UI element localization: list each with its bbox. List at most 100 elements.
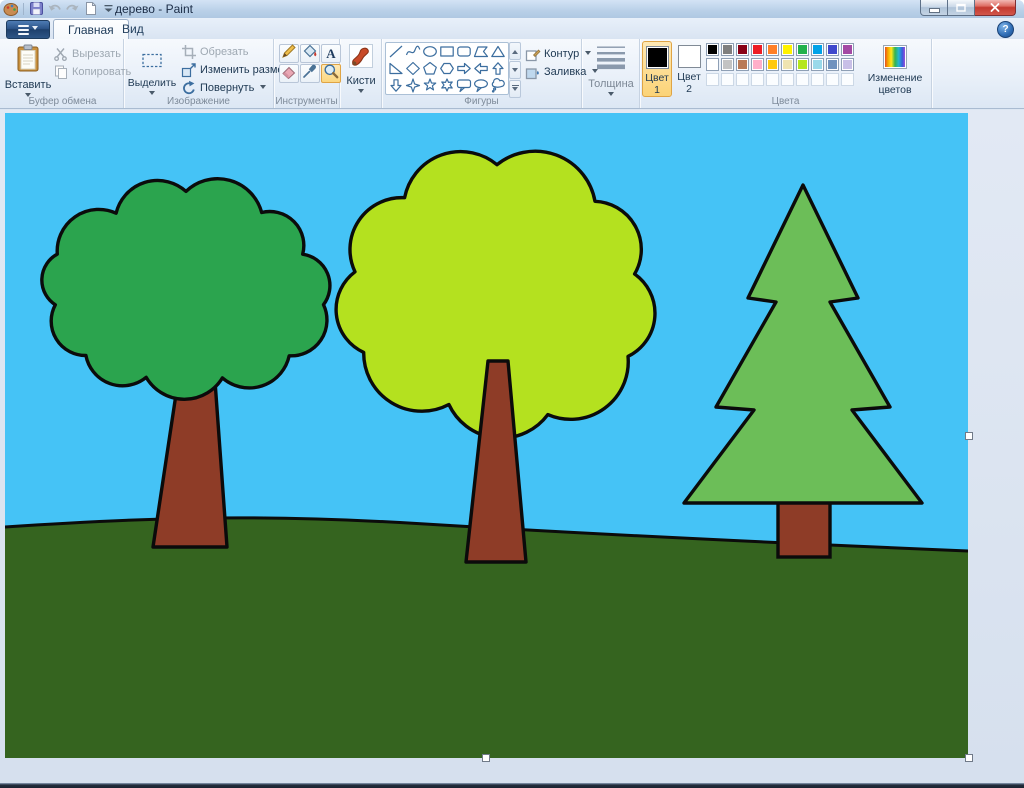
- shape-diamond[interactable]: [405, 60, 422, 77]
- paint-canvas[interactable]: [5, 113, 968, 758]
- shape-arrow-left[interactable]: [473, 60, 490, 77]
- tab-view[interactable]: Вид: [108, 19, 158, 38]
- canvas-resize-handle-bottom[interactable]: [482, 754, 490, 762]
- fill-with-color-tool[interactable]: [300, 44, 320, 63]
- shape-curve[interactable]: [405, 43, 422, 60]
- shapes-scroll-down-button[interactable]: [509, 61, 521, 79]
- group-label-tools: Инструменты: [274, 96, 339, 107]
- shape-hexagon[interactable]: [439, 60, 456, 77]
- canvas-resize-handle-corner[interactable]: [965, 754, 973, 762]
- palette-color-green[interactable]: [796, 43, 809, 56]
- palette-color-gold[interactable]: [766, 58, 779, 71]
- shape-callout-cloud[interactable]: [490, 77, 507, 94]
- shape-star-4[interactable]: [405, 77, 422, 94]
- palette-color-light-turquoise[interactable]: [811, 58, 824, 71]
- color-picker-tool[interactable]: [300, 64, 320, 83]
- shape-callout-oval[interactable]: [473, 77, 490, 94]
- shape-triangle[interactable]: [490, 43, 507, 60]
- shape-rounded-rectangle[interactable]: [456, 43, 473, 60]
- palette-color-rose[interactable]: [751, 58, 764, 71]
- shape-fill-button[interactable]: Заливка: [522, 63, 582, 81]
- shape-star-6[interactable]: [439, 77, 456, 94]
- canvas-drawing: [5, 113, 968, 758]
- brushes-button[interactable]: Кисти: [342, 41, 380, 96]
- shape-rectangle[interactable]: [439, 43, 456, 60]
- shape-outline-button[interactable]: Контур: [522, 45, 582, 63]
- close-button[interactable]: [975, 0, 1016, 16]
- file-menu-icon: [18, 25, 29, 35]
- palette-empty-slot[interactable]: [736, 73, 749, 86]
- palette-color-purple[interactable]: [841, 43, 854, 56]
- palette-color-blue-gray[interactable]: [826, 58, 839, 71]
- palette-empty-slot[interactable]: [796, 73, 809, 86]
- file-menu-button[interactable]: [6, 20, 50, 39]
- canvas-resize-handle-right[interactable]: [965, 432, 973, 440]
- palette-empty-slot[interactable]: [811, 73, 824, 86]
- palette-empty-slot[interactable]: [721, 73, 734, 86]
- palette-color-dark-red[interactable]: [736, 43, 749, 56]
- paste-button[interactable]: Вставить: [6, 41, 50, 100]
- palette-empty-slot[interactable]: [766, 73, 779, 86]
- palette-empty-slot[interactable]: [781, 73, 794, 86]
- shape-arrow-down[interactable]: [388, 77, 405, 94]
- resize-button[interactable]: Изменить размер: [178, 61, 274, 79]
- palette-color-white[interactable]: [706, 58, 719, 71]
- shape-polygon[interactable]: [473, 43, 490, 60]
- rotate-button[interactable]: Повернуть: [178, 79, 274, 97]
- save-button[interactable]: [29, 1, 44, 16]
- palette-color-indigo[interactable]: [826, 43, 839, 56]
- palette-color-red[interactable]: [751, 43, 764, 56]
- palette-color-light-yellow[interactable]: [781, 58, 794, 71]
- new-document-button[interactable]: [83, 1, 98, 16]
- palette-color-gray-50[interactable]: [721, 43, 734, 56]
- palette-empty-slot[interactable]: [706, 73, 719, 86]
- palette-empty-slot[interactable]: [826, 73, 839, 86]
- tools-grid: A: [279, 44, 341, 83]
- eraser-tool[interactable]: [279, 64, 299, 83]
- shape-pentagon[interactable]: [422, 60, 439, 77]
- palette-color-black[interactable]: [706, 43, 719, 56]
- color1-label: Цвет 1: [643, 72, 671, 96]
- palette-color-yellow[interactable]: [781, 43, 794, 56]
- palette-color-orange[interactable]: [766, 43, 779, 56]
- color2-button[interactable]: Цвет 2: [674, 41, 704, 97]
- palette-color-turquoise[interactable]: [811, 43, 824, 56]
- brushes-label: Кисти: [346, 75, 375, 87]
- copy-label: Копировать: [72, 66, 131, 78]
- shape-line[interactable]: [388, 43, 405, 60]
- undo-button[interactable]: [47, 1, 62, 16]
- size-button[interactable]: Толщина: [588, 41, 634, 99]
- shape-star-5[interactable]: [422, 77, 439, 94]
- help-button[interactable]: ?: [997, 21, 1014, 38]
- magnifier-tool[interactable]: [321, 64, 341, 83]
- paste-label: Вставить: [5, 79, 52, 91]
- crop-button[interactable]: Обрезать: [178, 43, 274, 61]
- rotate-icon: [181, 80, 197, 96]
- pencil-tool[interactable]: [279, 44, 299, 63]
- palette-color-gray-25[interactable]: [721, 58, 734, 71]
- palette-color-brown[interactable]: [736, 58, 749, 71]
- palette-empty-slot[interactable]: [751, 73, 764, 86]
- edit-colors-button[interactable]: Изменение цветов: [862, 41, 928, 97]
- text-tool[interactable]: A: [321, 44, 341, 63]
- cut-button[interactable]: Вырезать: [50, 45, 122, 63]
- shape-right-triangle[interactable]: [388, 60, 405, 77]
- minimize-button[interactable]: [920, 0, 948, 16]
- color1-button[interactable]: Цвет 1: [642, 41, 672, 97]
- shape-arrow-right[interactable]: [456, 60, 473, 77]
- maximize-button[interactable]: [948, 0, 975, 16]
- shape-outline-label: Контур: [544, 48, 579, 60]
- shape-arrow-up[interactable]: [490, 60, 507, 77]
- palette-color-lavender[interactable]: [841, 58, 854, 71]
- palette-color-lime[interactable]: [796, 58, 809, 71]
- shapes-scroll-up-button[interactable]: [509, 42, 521, 60]
- shape-ellipse[interactable]: [422, 43, 439, 60]
- copy-button[interactable]: Копировать: [50, 63, 122, 81]
- qat-customize-dropdown[interactable]: [101, 1, 116, 16]
- shape-callout-rounded[interactable]: [456, 77, 473, 94]
- minimize-icon: [929, 8, 940, 13]
- select-button[interactable]: Выделить: [127, 41, 177, 98]
- redo-button[interactable]: [65, 1, 80, 16]
- rotate-caret-icon: [260, 85, 266, 92]
- palette-empty-slot[interactable]: [841, 73, 854, 86]
